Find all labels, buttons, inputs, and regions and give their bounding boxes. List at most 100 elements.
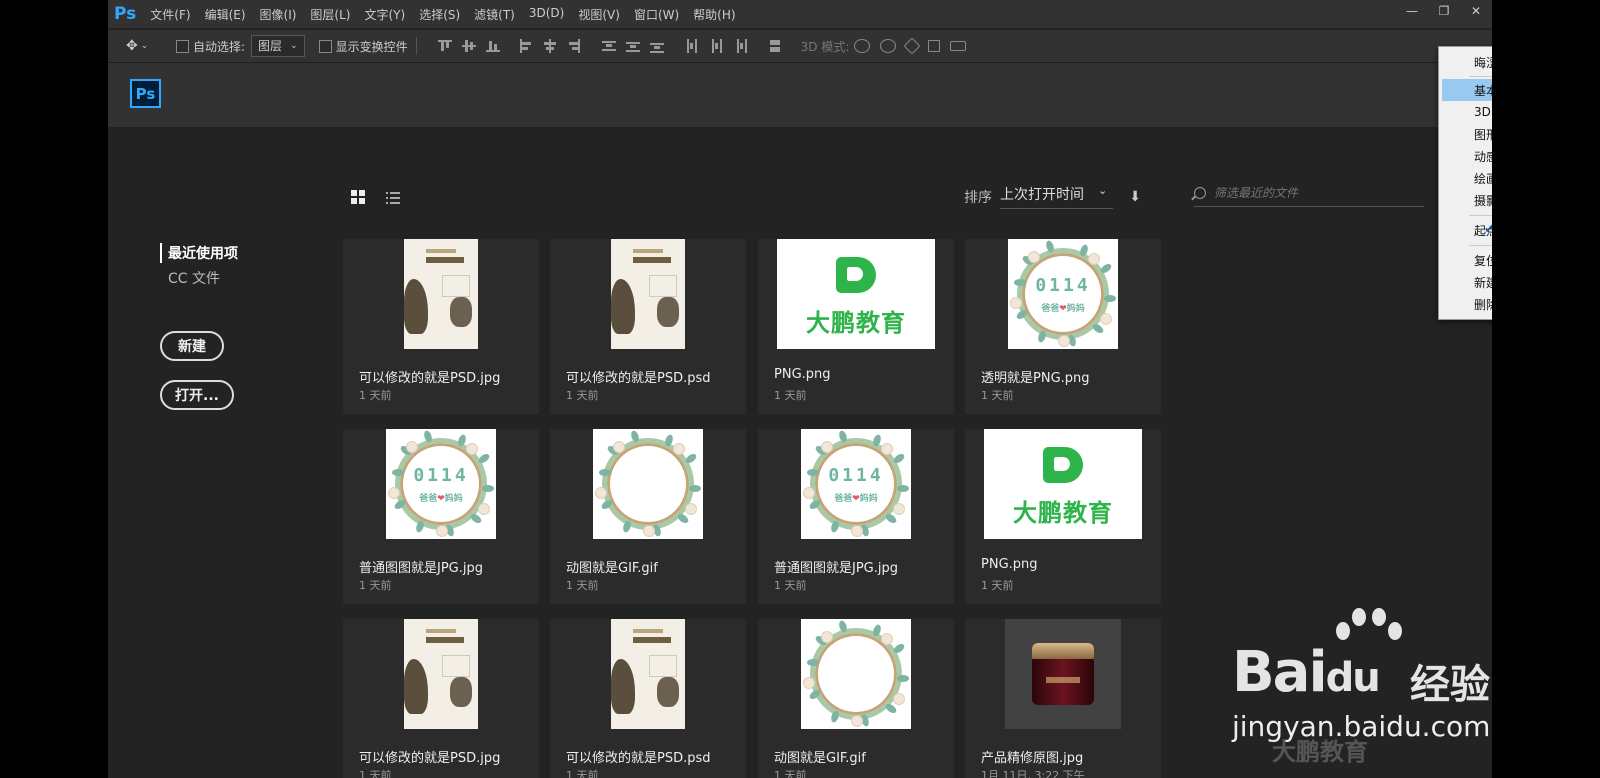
menu-3d[interactable]: 3D(D) (529, 6, 564, 23)
align-hcenter-icon[interactable] (543, 39, 557, 53)
file-time: 1 天前 (774, 769, 807, 778)
sort-direction-icon[interactable]: ⬇ (1129, 189, 1141, 205)
move-tool-preset[interactable]: ✥ ⌄ (126, 38, 162, 54)
show-transform-label: 显示变换控件 (335, 39, 408, 54)
minimize-button[interactable]: — (1396, 0, 1428, 22)
distribute-bottom-icon[interactable] (649, 39, 664, 53)
new-button[interactable]: 新建 (160, 331, 224, 361)
file-thumbnail (593, 429, 703, 539)
file-card[interactable]: 动图就是GIF.gif 1 天前 (758, 619, 954, 778)
file-card[interactable]: 可以修改的就是PSD.jpg 1 天前 (343, 619, 539, 778)
file-thumbnail (611, 239, 685, 349)
file-card[interactable]: 0114 爸爸❤妈妈 透明就是PNG.png 1 天前 (965, 239, 1161, 414)
pan-3d-icon[interactable] (903, 37, 921, 55)
menu-image[interactable]: 图像(I) (260, 6, 297, 23)
open-button[interactable]: 打开... (160, 380, 234, 410)
auto-select-checkbox[interactable] (176, 39, 189, 53)
search-input[interactable] (1214, 186, 1414, 200)
file-card[interactable]: 可以修改的就是PSD.psd 1 天前 (550, 619, 746, 778)
menu-file[interactable]: 文件(F) (150, 6, 190, 23)
file-thumbnail (801, 619, 911, 729)
workspace-delete[interactable]: 删除工作区... (1439, 293, 1492, 315)
workspace-item-label: 绘画 (1474, 171, 1492, 186)
distribute-hcenter-icon[interactable] (709, 39, 723, 53)
nav-recent-files[interactable]: 最近使用项 (160, 243, 238, 263)
workspace-item-0[interactable]: 晦涩 (1439, 51, 1492, 73)
workspace-new[interactable]: 新建工作区... (1439, 271, 1492, 293)
auto-align-icon[interactable] (768, 39, 782, 53)
file-thumbnail: 0114 爸爸❤妈妈 (386, 429, 496, 539)
thumbnail-logo-text: 大鹏教育 (1013, 499, 1113, 527)
workspace-item-essentials[interactable]: 基本功能 (1442, 79, 1492, 101)
workspace-item-label: 3D (1474, 105, 1491, 119)
file-time: 1 天前 (566, 769, 599, 778)
move-icon: ✥ (126, 38, 138, 54)
camera-3d-icon[interactable] (950, 41, 967, 51)
distribute-left-icon[interactable] (685, 39, 699, 53)
file-card[interactable]: 产品精修原图.jpg 1月 11日, 3:22 下午 (965, 619, 1161, 778)
sort-dropdown[interactable]: 上次打开时间 ⌄ (1000, 184, 1114, 209)
auto-select-dropdown[interactable]: 图层 ⌄ (251, 35, 305, 57)
workspace-item-3d[interactable]: 3D (1439, 101, 1492, 123)
search-icon (1194, 187, 1206, 199)
nav-cc-files[interactable]: CC 文件 (168, 268, 220, 288)
workspace-item-label: 基本功能 (1474, 83, 1492, 98)
thumbnail-subtitle: 爸爸❤妈妈 (1041, 304, 1085, 314)
menu-window[interactable]: 窗口(W) (634, 6, 679, 23)
grid-view-icon[interactable] (351, 190, 365, 204)
menu-edit[interactable]: 编辑(E) (205, 6, 246, 23)
ps-app-icon[interactable]: Ps (114, 4, 136, 24)
file-card[interactable]: 可以修改的就是PSD.jpg 1 天前 (343, 239, 539, 414)
menu-view[interactable]: 视图(V) (578, 6, 620, 23)
slide-3d-icon[interactable] (928, 40, 941, 52)
file-card[interactable]: 大鹏教育 PNG.png 1 天前 (758, 239, 954, 414)
menu-type[interactable]: 文字(Y) (364, 6, 405, 23)
distribute-vcenter-icon[interactable] (625, 39, 640, 53)
show-transform-checkbox[interactable] (318, 39, 332, 53)
restore-button[interactable]: ❐ (1428, 0, 1460, 22)
file-name: 动图就是GIF.gif (566, 561, 658, 576)
distribute-right-icon[interactable] (733, 39, 747, 53)
file-card[interactable]: 0114 爸爸❤妈妈 普通图图就是JPG.jpg 1 天前 (343, 429, 539, 604)
workspace-item-motion[interactable]: 动感 (1439, 145, 1492, 167)
watermark-brand: Baidu (1232, 640, 1381, 705)
file-card[interactable]: 大鹏教育 PNG.png 1 天前 (965, 429, 1161, 604)
file-time: 1 天前 (359, 769, 392, 778)
close-button[interactable]: ✕ (1460, 0, 1492, 22)
chevron-down-icon: ⌄ (290, 41, 298, 51)
sort-control: 排序 上次打开时间 ⌄ ⬇ (964, 184, 1141, 209)
file-card[interactable]: 0114 爸爸❤妈妈 普通图图就是JPG.jpg 1 天前 (758, 429, 954, 604)
workspace-item-label: 动感 (1474, 149, 1492, 164)
align-left-icon[interactable] (519, 39, 533, 53)
list-view-icon[interactable] (386, 191, 400, 204)
align-top-icon[interactable] (437, 39, 452, 53)
workspace-item-photography[interactable]: 摄影 (1439, 189, 1492, 211)
file-thumbnail (404, 239, 478, 349)
orbit-3d-icon[interactable] (854, 39, 871, 53)
workspace-item-label: 新建工作区... (1474, 275, 1492, 290)
distribute-top-icon[interactable] (601, 39, 616, 53)
file-time: 1 天前 (774, 389, 807, 402)
menu-help[interactable]: 帮助(H) (693, 6, 735, 23)
menu-filter[interactable]: 滤镜(T) (474, 6, 515, 23)
align-right-icon[interactable] (567, 39, 581, 53)
check-icon: ✔ (1484, 222, 1492, 237)
align-vcenter-icon[interactable] (461, 39, 476, 53)
file-card[interactable]: 可以修改的就是PSD.psd 1 天前 (550, 239, 746, 414)
workspace-item-graphics-web[interactable]: 图形和 Web (1439, 123, 1492, 145)
align-bottom-icon[interactable] (485, 39, 500, 53)
workspace-reset[interactable]: 复位起点 (1439, 249, 1492, 271)
thumbnail-number: 0114 (828, 465, 884, 486)
workspace-item-painting[interactable]: 绘画 (1439, 167, 1492, 189)
menu-select[interactable]: 选择(S) (419, 6, 460, 23)
workspace-item-start[interactable]: ✔起点 (1439, 219, 1492, 241)
thumbnail-subtitle: 爸爸❤妈妈 (419, 494, 463, 504)
roll-3d-icon[interactable] (880, 39, 897, 53)
file-card[interactable]: 动图就是GIF.gif 1 天前 (550, 429, 746, 604)
file-time: 1 天前 (774, 579, 807, 592)
workspace-item-label: 晦涩 (1474, 55, 1492, 70)
menu-layer[interactable]: 图层(L) (310, 6, 350, 23)
menu-list: 文件(F) 编辑(E) 图像(I) 图层(L) 文字(Y) 选择(S) 滤镜(T… (150, 6, 749, 23)
file-name: 透明就是PNG.png (981, 371, 1090, 386)
options-bar: ✥ ⌄ 自动选择: 图层 ⌄ 显示变换控件 3D 模式: (108, 30, 1492, 63)
